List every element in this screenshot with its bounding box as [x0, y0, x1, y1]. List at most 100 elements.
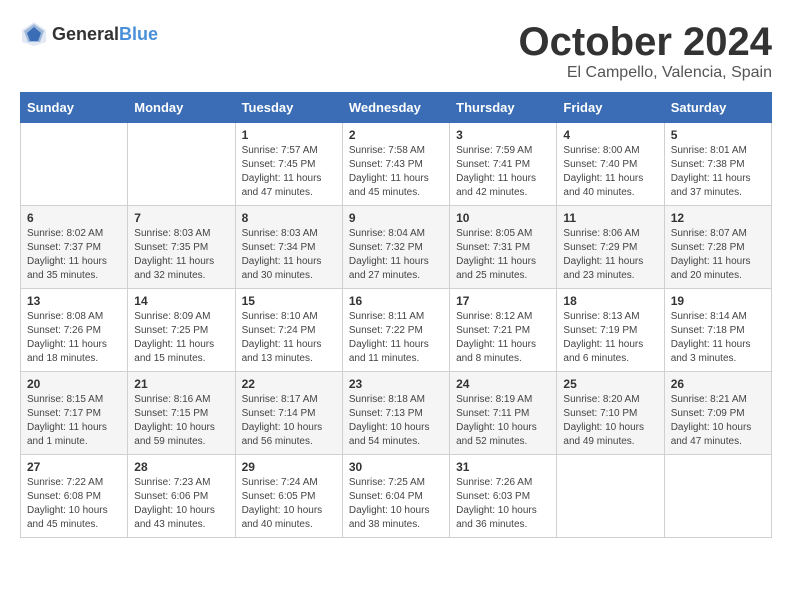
day-number: 22 [242, 377, 336, 391]
day-number: 19 [671, 294, 765, 308]
calendar-cell: 10 Sunrise: 8:05 AM Sunset: 7:31 PM Dayli… [450, 206, 557, 289]
day-number: 20 [27, 377, 121, 391]
day-content: Sunrise: 8:02 AM Sunset: 7:37 PM Dayligh… [27, 227, 121, 283]
calendar-cell: 6 Sunrise: 8:02 AM Sunset: 7:37 PM Daylig… [21, 206, 128, 289]
calendar-cell: 8 Sunrise: 8:03 AM Sunset: 7:34 PM Daylig… [235, 206, 342, 289]
logo: GeneralBlue [20, 20, 158, 48]
calendar-cell: 4Sunrise: 8:00 AM Sunset: 7:40 PM Daylig… [557, 123, 664, 206]
day-content: Sunrise: 8:08 AM Sunset: 7:26 PM Dayligh… [27, 310, 121, 366]
day-content: Sunrise: 7:58 AM Sunset: 7:43 PM Dayligh… [349, 144, 443, 200]
week-row-5: 27Sunrise: 7:22 AM Sunset: 6:08 PM Dayli… [21, 455, 772, 538]
column-header-thursday: Thursday [450, 93, 557, 123]
calendar-cell: 19 Sunrise: 8:14 AM Sunset: 7:18 PM Dayli… [664, 289, 771, 372]
day-content: Sunrise: 8:20 AM Sunset: 7:10 PM Dayligh… [563, 393, 657, 449]
day-number: 23 [349, 377, 443, 391]
week-row-3: 13Sunrise: 8:08 AM Sunset: 7:26 PM Dayli… [21, 289, 772, 372]
day-number: 16 [349, 294, 443, 308]
calendar-cell [21, 123, 128, 206]
calendar-table: SundayMondayTuesdayWednesdayThursdayFrid… [20, 92, 772, 538]
calendar-cell: 11 Sunrise: 8:06 AM Sunset: 7:29 PM Dayli… [557, 206, 664, 289]
day-content: Sunrise: 8:14 AM Sunset: 7:18 PM Dayligh… [671, 310, 765, 366]
calendar-cell: 31Sunrise: 7:26 AM Sunset: 6:03 PM Dayli… [450, 455, 557, 538]
calendar-cell: 13Sunrise: 8:08 AM Sunset: 7:26 PM Dayli… [21, 289, 128, 372]
day-content: Sunrise: 8:21 AM Sunset: 7:09 PM Dayligh… [671, 393, 765, 449]
day-number: 24 [456, 377, 550, 391]
day-content: Sunrise: 7:59 AM Sunset: 7:41 PM Dayligh… [456, 144, 550, 200]
day-number: 11 [563, 211, 657, 225]
day-number: 10 [456, 211, 550, 225]
logo-text: GeneralBlue [52, 24, 158, 45]
day-content: Sunrise: 7:57 AM Sunset: 7:45 PM Dayligh… [242, 144, 336, 200]
day-number: 1 [242, 128, 336, 142]
header-row: SundayMondayTuesdayWednesdayThursdayFrid… [21, 93, 772, 123]
calendar-cell: 12 Sunrise: 8:07 AM Sunset: 7:28 PM Dayli… [664, 206, 771, 289]
calendar-cell: 24 Sunrise: 8:19 AM Sunset: 7:11 PM Dayli… [450, 372, 557, 455]
day-content: Sunrise: 7:23 AM Sunset: 6:06 PM Dayligh… [134, 476, 228, 532]
column-header-friday: Friday [557, 93, 664, 123]
calendar-cell: 26 Sunrise: 8:21 AM Sunset: 7:09 PM Dayli… [664, 372, 771, 455]
calendar-cell: 1 Sunrise: 7:57 AM Sunset: 7:45 PM Daylig… [235, 123, 342, 206]
day-content: Sunrise: 8:10 AM Sunset: 7:24 PM Dayligh… [242, 310, 336, 366]
day-content: Sunrise: 8:15 AM Sunset: 7:17 PM Dayligh… [27, 393, 121, 449]
day-number: 28 [134, 460, 228, 474]
calendar-cell [128, 123, 235, 206]
calendar-cell: 17 Sunrise: 8:12 AM Sunset: 7:21 PM Dayli… [450, 289, 557, 372]
calendar-cell: 29Sunrise: 7:24 AM Sunset: 6:05 PM Dayli… [235, 455, 342, 538]
calendar-cell: 25Sunrise: 8:20 AM Sunset: 7:10 PM Dayli… [557, 372, 664, 455]
column-header-saturday: Saturday [664, 93, 771, 123]
day-number: 7 [134, 211, 228, 225]
calendar-cell: 9 Sunrise: 8:04 AM Sunset: 7:32 PM Daylig… [342, 206, 449, 289]
day-content: Sunrise: 8:09 AM Sunset: 7:25 PM Dayligh… [134, 310, 228, 366]
day-number: 6 [27, 211, 121, 225]
day-content: Sunrise: 8:13 AM Sunset: 7:19 PM Dayligh… [563, 310, 657, 366]
column-header-tuesday: Tuesday [235, 93, 342, 123]
logo-icon [20, 20, 48, 48]
day-number: 21 [134, 377, 228, 391]
day-content: Sunrise: 8:12 AM Sunset: 7:21 PM Dayligh… [456, 310, 550, 366]
week-row-4: 20 Sunrise: 8:15 AM Sunset: 7:17 PM Dayli… [21, 372, 772, 455]
calendar-cell: 28 Sunrise: 7:23 AM Sunset: 6:06 PM Dayli… [128, 455, 235, 538]
day-content: Sunrise: 7:25 AM Sunset: 6:04 PM Dayligh… [349, 476, 443, 532]
day-number: 2 [349, 128, 443, 142]
calendar-cell: 2 Sunrise: 7:58 AM Sunset: 7:43 PM Daylig… [342, 123, 449, 206]
day-number: 12 [671, 211, 765, 225]
calendar-cell: 23 Sunrise: 8:18 AM Sunset: 7:13 PM Dayli… [342, 372, 449, 455]
calendar-cell: 15Sunrise: 8:10 AM Sunset: 7:24 PM Dayli… [235, 289, 342, 372]
column-header-monday: Monday [128, 93, 235, 123]
calendar-cell [557, 455, 664, 538]
calendar-cell: 22 Sunrise: 8:17 AM Sunset: 7:14 PM Dayli… [235, 372, 342, 455]
day-number: 30 [349, 460, 443, 474]
day-content: Sunrise: 8:18 AM Sunset: 7:13 PM Dayligh… [349, 393, 443, 449]
day-number: 26 [671, 377, 765, 391]
day-content: Sunrise: 8:06 AM Sunset: 7:29 PM Dayligh… [563, 227, 657, 283]
calendar-cell: 27Sunrise: 7:22 AM Sunset: 6:08 PM Dayli… [21, 455, 128, 538]
day-number: 5 [671, 128, 765, 142]
day-content: Sunrise: 8:04 AM Sunset: 7:32 PM Dayligh… [349, 227, 443, 283]
calendar-cell: 14 Sunrise: 8:09 AM Sunset: 7:25 PM Dayli… [128, 289, 235, 372]
day-number: 8 [242, 211, 336, 225]
day-number: 14 [134, 294, 228, 308]
day-number: 3 [456, 128, 550, 142]
calendar-cell: 18Sunrise: 8:13 AM Sunset: 7:19 PM Dayli… [557, 289, 664, 372]
day-content: Sunrise: 8:19 AM Sunset: 7:11 PM Dayligh… [456, 393, 550, 449]
day-content: Sunrise: 8:07 AM Sunset: 7:28 PM Dayligh… [671, 227, 765, 283]
calendar-cell: 30 Sunrise: 7:25 AM Sunset: 6:04 PM Dayli… [342, 455, 449, 538]
day-number: 4 [563, 128, 657, 142]
day-content: Sunrise: 8:17 AM Sunset: 7:14 PM Dayligh… [242, 393, 336, 449]
day-content: Sunrise: 8:05 AM Sunset: 7:31 PM Dayligh… [456, 227, 550, 283]
month-title: October 2024 [519, 20, 772, 64]
calendar-cell: 21Sunrise: 8:16 AM Sunset: 7:15 PM Dayli… [128, 372, 235, 455]
day-content: Sunrise: 8:03 AM Sunset: 7:34 PM Dayligh… [242, 227, 336, 283]
day-number: 17 [456, 294, 550, 308]
page-header: GeneralBlue October 2024 El Campello, Va… [20, 20, 772, 82]
day-number: 27 [27, 460, 121, 474]
day-number: 29 [242, 460, 336, 474]
day-number: 9 [349, 211, 443, 225]
day-number: 31 [456, 460, 550, 474]
logo-blue: Blue [119, 24, 158, 44]
day-content: Sunrise: 8:03 AM Sunset: 7:35 PM Dayligh… [134, 227, 228, 283]
day-content: Sunrise: 8:01 AM Sunset: 7:38 PM Dayligh… [671, 144, 765, 200]
day-content: Sunrise: 8:11 AM Sunset: 7:22 PM Dayligh… [349, 310, 443, 366]
week-row-1: 1 Sunrise: 7:57 AM Sunset: 7:45 PM Daylig… [21, 123, 772, 206]
calendar-cell: 20 Sunrise: 8:15 AM Sunset: 7:17 PM Dayli… [21, 372, 128, 455]
